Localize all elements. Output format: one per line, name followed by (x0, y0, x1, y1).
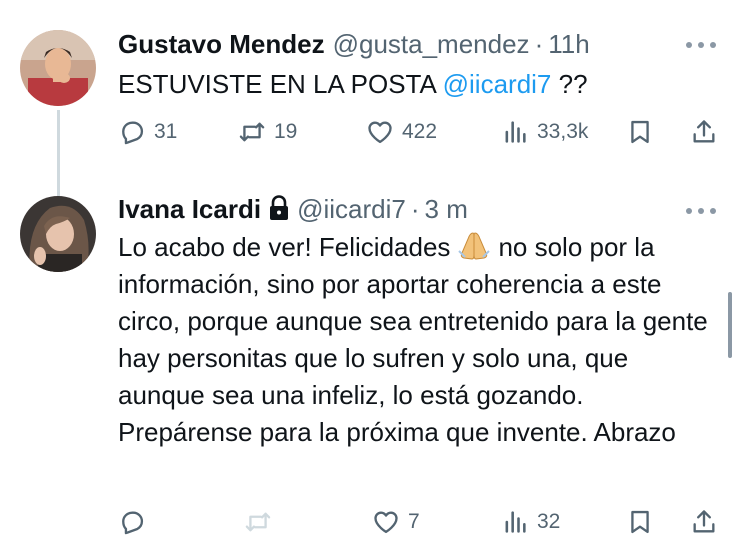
lock-icon (270, 195, 289, 220)
handle[interactable]: @iicardi7 (297, 194, 406, 225)
like-count: 422 (402, 120, 438, 143)
tweet-text-part: Lo acabo de ver! Felicidades (118, 232, 451, 262)
timestamp[interactable]: 11h (548, 29, 589, 60)
tweet-text-part: ?? (551, 69, 588, 99)
like-icon (374, 511, 398, 534)
tweet-header: Gustavo Mendez @gusta_mendez · 11h (118, 27, 590, 61)
scrollbar[interactable] (728, 292, 732, 358)
reply-button[interactable] (118, 504, 154, 540)
like-button[interactable]: 422 (366, 114, 437, 150)
tweet-gustavo[interactable]: Gustavo Mendez @gusta_mendez · 11h ESTUV… (0, 0, 736, 198)
views-button[interactable]: 33,3k (501, 114, 588, 150)
folded-hands-emoji (458, 232, 491, 260)
bookmark-button[interactable] (626, 114, 654, 150)
retweet-button[interactable]: 19 (238, 114, 297, 150)
handle[interactable]: @gusta_mendez (333, 29, 530, 60)
separator-dot: · (534, 28, 544, 59)
tweet-text: Lo acabo de ver! Felicidades no solo por … (118, 229, 718, 451)
share-icon (693, 510, 715, 533)
views-icon (505, 121, 526, 143)
views-button[interactable]: 32 (501, 504, 560, 540)
like-button[interactable]: 7 (372, 504, 420, 540)
bookmark-button[interactable] (626, 504, 654, 540)
share-icon (693, 120, 715, 143)
reply-icon (122, 511, 144, 535)
tweet-ivana[interactable]: Ivana Icardi @iicardi7 · 3 m Lo acabo de… (0, 180, 736, 557)
mention-link[interactable]: @iicardi7 (443, 69, 552, 99)
reply-icon (122, 121, 144, 145)
avatar[interactable] (20, 30, 96, 106)
display-name[interactable]: Ivana Icardi (118, 194, 261, 225)
tweet-text-part: no solo por la información, sino por apo… (118, 232, 708, 447)
more-icon[interactable] (686, 40, 716, 50)
retweet-count: 19 (274, 120, 298, 143)
reply-count: 31 (154, 120, 178, 143)
share-button[interactable] (690, 504, 718, 540)
timestamp[interactable]: 3 m (425, 194, 468, 225)
action-bar: 31 19 422 33,3k (118, 114, 718, 150)
view-count: 32 (537, 510, 561, 533)
like-count: 7 (408, 510, 420, 533)
tweet-header: Ivana Icardi @iicardi7 · 3 m (118, 192, 468, 226)
more-icon[interactable] (686, 206, 716, 216)
retweet-button (244, 504, 280, 540)
retweet-icon (239, 122, 265, 142)
share-button[interactable] (690, 114, 718, 150)
views-icon (505, 511, 526, 533)
separator-dot: · (410, 193, 420, 224)
bookmark-icon (631, 510, 649, 534)
avatar[interactable] (20, 196, 96, 272)
display-name[interactable]: Gustavo Mendez (118, 29, 325, 60)
reply-button[interactable]: 31 (118, 114, 177, 150)
action-bar: 7 32 (118, 504, 718, 540)
tweet-text: ESTUVISTE EN LA POSTA @iicardi7 ?? (118, 66, 718, 103)
view-count: 33,3k (537, 120, 589, 143)
retweet-icon (245, 512, 271, 532)
like-icon (368, 121, 392, 144)
bookmark-icon (631, 120, 649, 144)
tweet-text-part: ESTUVISTE EN LA POSTA (118, 69, 443, 99)
